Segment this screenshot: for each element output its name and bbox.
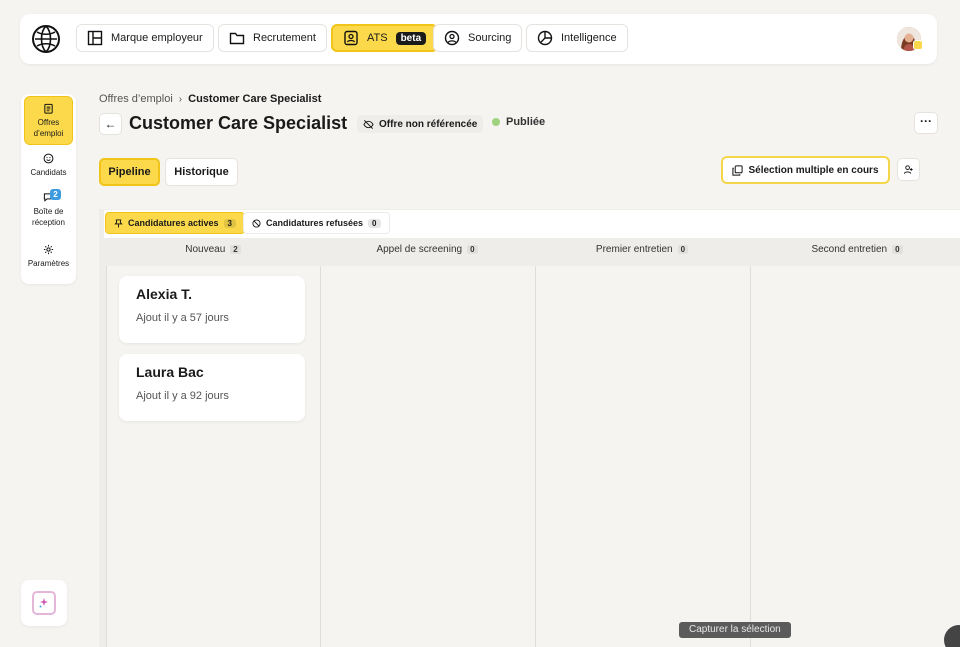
beta-badge: beta (395, 31, 427, 45)
clipboard-icon (44, 103, 53, 114)
column-header: Second entretien 0 (750, 244, 960, 255)
candidate-name: Alexia T. (136, 286, 193, 302)
visibility-tag: Offre non référencée (357, 115, 484, 133)
user-plus-icon (903, 165, 913, 174)
multi-select-button[interactable]: Sélection multiple en cours (721, 156, 890, 184)
column-title: Nouveau (185, 244, 226, 255)
sidebar-item-candidats[interactable]: Candidats (21, 153, 76, 178)
filter-refused-applications[interactable]: Candidatures refusées 0 (243, 212, 390, 234)
logo-icon[interactable] (31, 24, 61, 54)
candidate-name: Laura Bac (136, 364, 204, 380)
ai-assistant-panel (21, 580, 67, 626)
breadcrumb-current: Customer Care Specialist (188, 93, 322, 105)
badge-icon (344, 30, 358, 46)
user-circle-icon (444, 30, 460, 46)
arrow-left-icon: ← (104, 117, 117, 131)
page-title: Customer Care Specialist (129, 113, 348, 133)
gear-icon (43, 244, 54, 255)
sidebar-item-label: Paramètres (27, 259, 70, 268)
back-button[interactable]: ← (99, 113, 122, 135)
nav-label: Recrutement (253, 32, 316, 44)
status-badge: Publiée (492, 116, 545, 128)
column-count: 0 (892, 245, 903, 254)
candidate-added: Ajout il y a 57 jours (136, 312, 229, 324)
column-nouveau (106, 266, 107, 647)
nav-label: Marque employeur (111, 32, 203, 44)
column-screening (320, 266, 321, 647)
smile-icon (43, 153, 54, 164)
sidebar-item-label: Boîte de réception (32, 207, 65, 227)
candidate-added: Ajout il y a 92 jours (136, 390, 229, 402)
candidate-card[interactable]: Alexia T. Ajout il y a 57 jours (119, 276, 305, 343)
pin-icon (114, 218, 123, 228)
visibility-label: Offre non référencée (379, 118, 478, 130)
sidebar-item-inbox[interactable]: Boîte de réception (21, 192, 76, 228)
nav-label: ATS (367, 32, 388, 44)
sidebar-item-label: Offres d’emploi (33, 118, 64, 138)
folder-icon (229, 32, 245, 45)
sidebar-item-parametres[interactable]: Paramètres (21, 244, 76, 269)
filter-label: Candidatures refusées (266, 218, 364, 228)
nav-intelligence[interactable]: Intelligence (526, 24, 628, 52)
column-second-entretien (750, 266, 751, 647)
nav-label: Sourcing (468, 32, 512, 44)
column-count: 0 (677, 245, 689, 254)
layout-icon (87, 30, 103, 46)
side-nav: Offres d’emploi Candidats Boîte de récep… (21, 94, 76, 284)
chevron-right-icon: › (178, 93, 183, 105)
column-title: Second entretien (811, 244, 888, 255)
pie-chart-icon (537, 30, 553, 46)
breadcrumb-parent[interactable]: Offres d’emploi (99, 93, 173, 105)
filter-label: Candidatures actives (128, 218, 219, 228)
column-title: Appel de screening (376, 244, 463, 255)
copy-icon (732, 164, 744, 176)
tab-pipeline[interactable]: Pipeline (99, 158, 160, 186)
sidebar-item-label: Candidats (30, 168, 67, 177)
inbox-count-badge: 2 (50, 189, 61, 200)
assign-user-button[interactable] (897, 158, 920, 181)
status-label: Publiée (506, 116, 546, 128)
filter-active-applications[interactable]: Candidatures actives 3 (105, 212, 245, 234)
status-dot (492, 118, 500, 126)
more-options-button[interactable]: ··· (914, 112, 938, 134)
column-premier-entretien (535, 266, 536, 647)
ban-icon (252, 218, 261, 228)
sparkle-button[interactable] (32, 591, 56, 615)
column-title: Premier entretien (595, 244, 673, 255)
filter-count: 3 (223, 218, 236, 228)
column-count: 0 (467, 245, 478, 254)
avatar-status-badge (913, 40, 923, 50)
column-header: Premier entretien 0 (535, 244, 749, 255)
column-count: 2 (230, 245, 241, 254)
ellipsis-icon: ··· (920, 114, 932, 128)
sidebar-item-offres[interactable]: Offres d’emploi (24, 96, 73, 145)
eye-off-icon (363, 119, 374, 129)
breadcrumb: Offres d’emploi › Customer Care Speciali… (99, 93, 321, 105)
column-header: Nouveau 2 (106, 244, 320, 255)
nav-ats[interactable]: ATS beta (331, 24, 439, 52)
tab-historique[interactable]: Historique (165, 158, 238, 186)
filter-count: 0 (368, 218, 381, 228)
nav-sourcing[interactable]: Sourcing (433, 24, 523, 52)
nav-label: Intelligence (561, 32, 617, 44)
nav-marque-employeur[interactable]: Marque employeur (76, 24, 214, 52)
nav-recrutement[interactable]: Recrutement (218, 24, 327, 52)
column-header: Appel de screening 0 (320, 244, 534, 255)
sparkle-icon (39, 598, 48, 608)
candidate-card[interactable]: Laura Bac Ajout il y a 92 jours (119, 354, 305, 421)
capture-tooltip: Capturer la sélection (679, 622, 791, 638)
multi-select-label: Sélection multiple en cours (748, 164, 879, 176)
